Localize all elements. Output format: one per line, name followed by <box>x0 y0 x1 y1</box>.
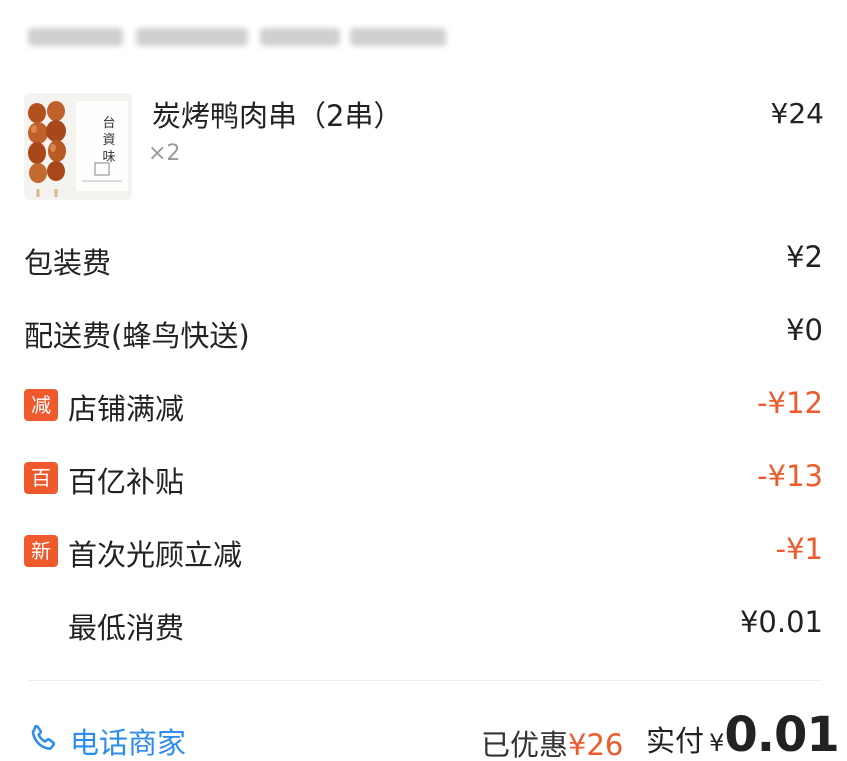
paid-amount: 0.01 <box>724 707 839 761</box>
discount-row-first-visit: 新 首次光顾立减 -¥1 <box>24 532 823 572</box>
discount-amount: -¥13 <box>757 459 823 493</box>
total-saved: 已优惠¥26 <box>481 722 623 761</box>
product-quantity: ×2 <box>148 141 181 166</box>
packaging-fee-row: 包装费 ¥2 <box>24 240 823 280</box>
discount-badge: 减 <box>24 389 58 421</box>
fee-amount: ¥0 <box>786 313 823 347</box>
discount-amount: -¥1 <box>775 532 823 566</box>
discount-row-subsidy: 百 百亿补贴 -¥13 <box>24 459 823 499</box>
saved-amount: ¥26 <box>568 728 624 761</box>
paid-currency: ¥ <box>709 729 725 757</box>
fee-label: 包装费 <box>24 246 112 280</box>
saved-label: 已优惠 <box>481 728 569 761</box>
shop-name-blurred <box>28 14 448 54</box>
product-row[interactable]: 台資味 炭烤鸭肉串（2串） ×2 ¥24 <box>24 93 824 203</box>
discount-label: 百亿补贴 <box>68 465 185 499</box>
fee-label: 配送费(蜂鸟快送) <box>24 319 250 353</box>
minimum-label: 最低消费 <box>68 611 185 645</box>
discount-label: 店铺满减 <box>68 392 185 426</box>
total-paid: 实付 ¥0.01 <box>646 707 840 761</box>
discount-row-store: 减 店铺满减 -¥12 <box>24 386 823 426</box>
phone-icon <box>31 724 56 750</box>
image-brand-text: 台資味 <box>102 116 116 165</box>
discount-badge: 新 <box>24 535 58 567</box>
delivery-fee-row: 配送费(蜂鸟快送) ¥0 <box>24 313 823 353</box>
divider <box>28 680 822 681</box>
fee-amount: ¥2 <box>786 240 823 274</box>
discount-amount: -¥12 <box>757 386 823 420</box>
minimum-amount: ¥0.01 <box>739 605 823 639</box>
discount-badge: 百 <box>24 462 58 494</box>
product-name: 炭烤鸭肉串（2串） <box>152 99 403 133</box>
minimum-charge-row: 最低消费 ¥0.01 <box>24 605 823 645</box>
duck-skewer-image: 台資味 <box>24 93 132 200</box>
discount-label: 首次光顾立减 <box>68 538 243 572</box>
product-price: ¥24 <box>770 97 824 130</box>
call-merchant-label: 电话商家 <box>70 726 187 760</box>
paid-label: 实付 <box>646 724 705 758</box>
order-detail: 台資味 炭烤鸭肉串（2串） ×2 ¥24 包装费 ¥2 配送费(蜂鸟快送) ¥0… <box>0 0 847 761</box>
